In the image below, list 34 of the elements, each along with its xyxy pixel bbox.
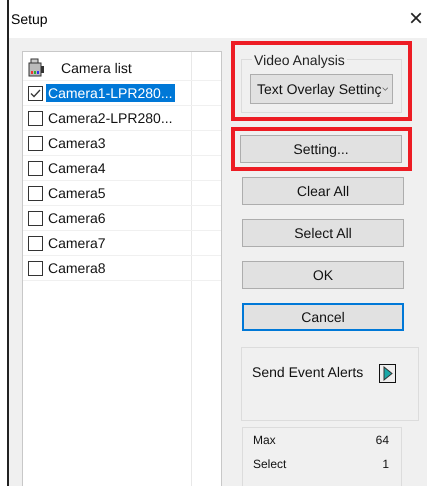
button[interactable]: Select All (242, 219, 404, 247)
alerts-label: Send Event Alerts (252, 364, 364, 380)
checkbox[interactable] (28, 210, 43, 226)
list-header: Camera list (61, 60, 132, 76)
play-icon[interactable] (379, 364, 396, 383)
checkbox[interactable] (28, 86, 43, 100)
window-title: Setup (11, 11, 48, 27)
checkbox[interactable] (28, 110, 43, 126)
stat-label: Select (253, 457, 286, 471)
camera-item[interactable]: Camera7 (46, 234, 108, 252)
camera-item[interactable]: Camera1-LPR280... (46, 84, 175, 102)
button[interactable]: Cancel (242, 303, 404, 331)
camera-item[interactable]: Camera6 (46, 209, 108, 227)
checkbox[interactable] (28, 236, 43, 250)
chevron-down-icon (382, 86, 388, 92)
camera-item[interactable]: Camera5 (46, 184, 108, 202)
checkbox[interactable] (28, 160, 43, 176)
button[interactable]: OK (242, 261, 404, 289)
dropdown[interactable]: Text Overlay Settinç (250, 74, 393, 104)
stat-label: Max (253, 433, 276, 447)
checkbox[interactable] (28, 260, 43, 276)
checkbox[interactable] (28, 136, 43, 150)
group-label: Video Analysis (252, 52, 347, 68)
stat-value: 1 (382, 457, 389, 471)
button[interactable]: Setting... (240, 135, 402, 163)
camera-item[interactable]: Camera2-LPR280... (46, 109, 175, 127)
button[interactable]: Clear All (242, 177, 404, 205)
checkbox[interactable] (28, 186, 43, 200)
camera-item[interactable]: Camera8 (46, 259, 108, 277)
camera-icon (28, 58, 46, 78)
camera-item[interactable]: Camera3 (46, 134, 108, 152)
camera-item[interactable]: Camera4 (46, 159, 108, 177)
close-button[interactable]: × (404, 7, 427, 31)
stat-value: 64 (376, 433, 389, 447)
